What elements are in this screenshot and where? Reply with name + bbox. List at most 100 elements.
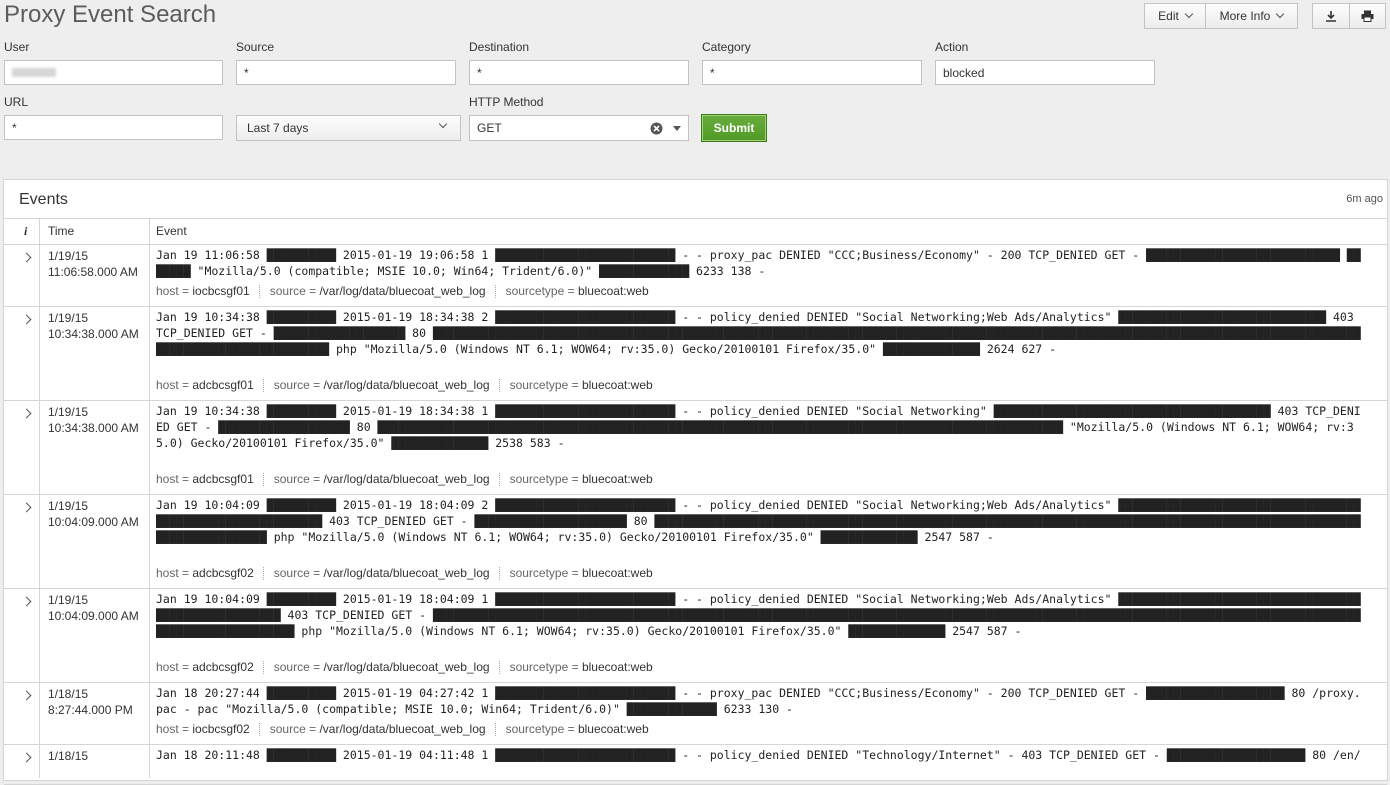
table-row: 1/18/15 Jan 18 20:11:48 ██████████ 2015-0… (4, 744, 1387, 785)
more-info-label: More Info (1219, 9, 1271, 23)
event-time[interactable]: 1/19/15 10:04:09.000 AM (48, 498, 139, 530)
sourcetype-field[interactable]: sourcetype = bluecoat:web (510, 378, 653, 392)
field-value[interactable]: /var/log/data/bluecoat_web_log (323, 660, 489, 674)
event-time[interactable]: 1/19/15 11:06:58.000 AM (48, 248, 138, 280)
field-separator (262, 661, 265, 675)
event-raw-text: Jan 18 20:27:44 ██████████ 2015-01-19 04… (156, 686, 1361, 716)
action-input[interactable]: blocked (935, 60, 1155, 85)
edit-button[interactable]: Edit (1144, 3, 1206, 29)
expand-row-icon[interactable] (21, 502, 32, 513)
host-field[interactable]: host = adcbcsgf01 (156, 472, 254, 486)
host-field[interactable]: host = adcbcsgf02 (156, 660, 254, 674)
source-field[interactable]: source = /var/log/data/bluecoat_web_log (274, 472, 490, 486)
event-fields: host = adcbcsgf01 source = /var/log/data/… (156, 472, 653, 487)
table-row: 1/19/15 10:34:38.000 AM Jan 19 10:34:38 ██… (4, 400, 1387, 495)
event-raw-text: Jan 19 10:34:38 ██████████ 2015-01-19 18… (156, 310, 1361, 356)
event-time[interactable]: 1/19/15 10:34:38.000 AM (48, 310, 139, 342)
caret-down-icon[interactable] (673, 126, 681, 131)
sourcetype-field[interactable]: sourcetype = bluecoat:web (510, 660, 653, 674)
time-range-picker[interactable]: Last 7 days (236, 115, 461, 141)
source-field[interactable]: source = /var/log/data/bluecoat_web_log (270, 284, 486, 298)
destination-label: Destination (469, 40, 530, 54)
field-key: sourcetype = (509, 660, 582, 674)
destination-input[interactable]: * (469, 60, 689, 85)
expand-row-icon[interactable] (21, 252, 32, 263)
source-field[interactable]: source = /var/log/data/bluecoat_web_log (270, 722, 486, 736)
submit-button[interactable]: Submit (701, 114, 767, 142)
field-value[interactable]: iocbcsgf01 (192, 284, 249, 298)
field-value[interactable]: bluecoat:web (582, 378, 653, 392)
field-separator (498, 567, 501, 581)
http-method-select[interactable]: GET (469, 115, 689, 141)
download-button[interactable] (1312, 3, 1350, 29)
field-separator (494, 285, 497, 299)
field-key: host = (156, 472, 193, 486)
expand-row-icon[interactable] (21, 596, 32, 607)
url-input[interactable]: * (4, 115, 223, 140)
source-field[interactable]: source = /var/log/data/bluecoat_web_log (274, 378, 490, 392)
expand-row-icon[interactable] (21, 408, 32, 419)
expand-row-icon[interactable] (21, 752, 32, 763)
field-value[interactable]: adcbcsgf01 (192, 472, 253, 486)
field-separator (498, 473, 501, 487)
event-time[interactable]: 1/19/15 10:04:09.000 AM (48, 592, 139, 624)
field-key: host = (156, 722, 193, 736)
url-label: URL (4, 95, 29, 109)
chevron-down-icon (1184, 9, 1194, 19)
clear-icon[interactable] (650, 122, 663, 135)
event-column-header[interactable]: Event (156, 224, 187, 238)
category-input[interactable]: * (702, 60, 922, 85)
field-value[interactable]: bluecoat:web (582, 472, 653, 486)
time-column-header[interactable]: Time (48, 224, 74, 238)
host-field[interactable]: host = adcbcsgf02 (156, 566, 254, 580)
field-separator (494, 723, 497, 737)
event-date: 1/19/15 (48, 593, 89, 607)
field-value[interactable]: /var/log/data/bluecoat_web_log (319, 284, 485, 298)
field-value[interactable]: bluecoat:web (582, 660, 653, 674)
host-field[interactable]: host = iocbcsgf02 (156, 722, 250, 736)
field-key: sourcetype = (505, 284, 578, 298)
print-button[interactable] (1349, 3, 1386, 29)
source-field[interactable]: source = /var/log/data/bluecoat_web_log (274, 566, 490, 580)
field-key: source = (269, 722, 320, 736)
host-field[interactable]: host = adcbcsgf01 (156, 378, 254, 392)
expand-row-icon[interactable] (21, 314, 32, 325)
event-clock: 8:27:44.000 PM (48, 703, 133, 717)
field-value[interactable]: adcbcsgf01 (192, 378, 253, 392)
field-value[interactable]: /var/log/data/bluecoat_web_log (319, 722, 485, 736)
event-time[interactable]: 1/19/15 10:34:38.000 AM (48, 404, 139, 436)
field-value[interactable]: /var/log/data/bluecoat_web_log (323, 566, 489, 580)
field-value[interactable]: bluecoat:web (578, 722, 649, 736)
field-value[interactable]: adcbcsgf02 (192, 566, 253, 580)
user-input[interactable] (4, 60, 223, 85)
more-info-button[interactable]: More Info (1205, 3, 1298, 29)
event-date: 1/19/15 (48, 311, 89, 325)
sourcetype-field[interactable]: sourcetype = bluecoat:web (506, 722, 649, 736)
source-field[interactable]: source = /var/log/data/bluecoat_web_log (274, 660, 490, 674)
field-key: host = (156, 566, 193, 580)
sourcetype-field[interactable]: sourcetype = bluecoat:web (506, 284, 649, 298)
field-key: source = (273, 378, 324, 392)
source-input[interactable]: * (236, 60, 456, 85)
field-key: host = (156, 284, 193, 298)
event-fields: host = iocbcsgf02 source = /var/log/data/… (156, 722, 649, 737)
event-fields: host = adcbcsgf02 source = /var/log/data/… (156, 660, 653, 675)
field-value[interactable]: bluecoat:web (578, 284, 649, 298)
field-value[interactable]: /var/log/data/bluecoat_web_log (323, 378, 489, 392)
event-date: 1/18/15 (48, 687, 89, 701)
host-field[interactable]: host = iocbcsgf01 (156, 284, 250, 298)
field-value[interactable]: /var/log/data/bluecoat_web_log (323, 472, 489, 486)
field-key: source = (273, 660, 324, 674)
event-fields: host = adcbcsgf02 source = /var/log/data/… (156, 566, 653, 581)
sourcetype-field[interactable]: sourcetype = bluecoat:web (510, 566, 653, 580)
field-value[interactable]: adcbcsgf02 (192, 660, 253, 674)
event-time[interactable]: 1/18/15 (48, 748, 88, 764)
sourcetype-field[interactable]: sourcetype = bluecoat:web (510, 472, 653, 486)
field-value[interactable]: bluecoat:web (582, 566, 653, 580)
event-time[interactable]: 1/18/15 8:27:44.000 PM (48, 686, 133, 718)
field-value[interactable]: iocbcsgf02 (192, 722, 249, 736)
expand-row-icon[interactable] (21, 690, 32, 701)
chevron-down-icon (438, 119, 448, 129)
field-key: host = (156, 378, 193, 392)
field-key: source = (273, 472, 324, 486)
